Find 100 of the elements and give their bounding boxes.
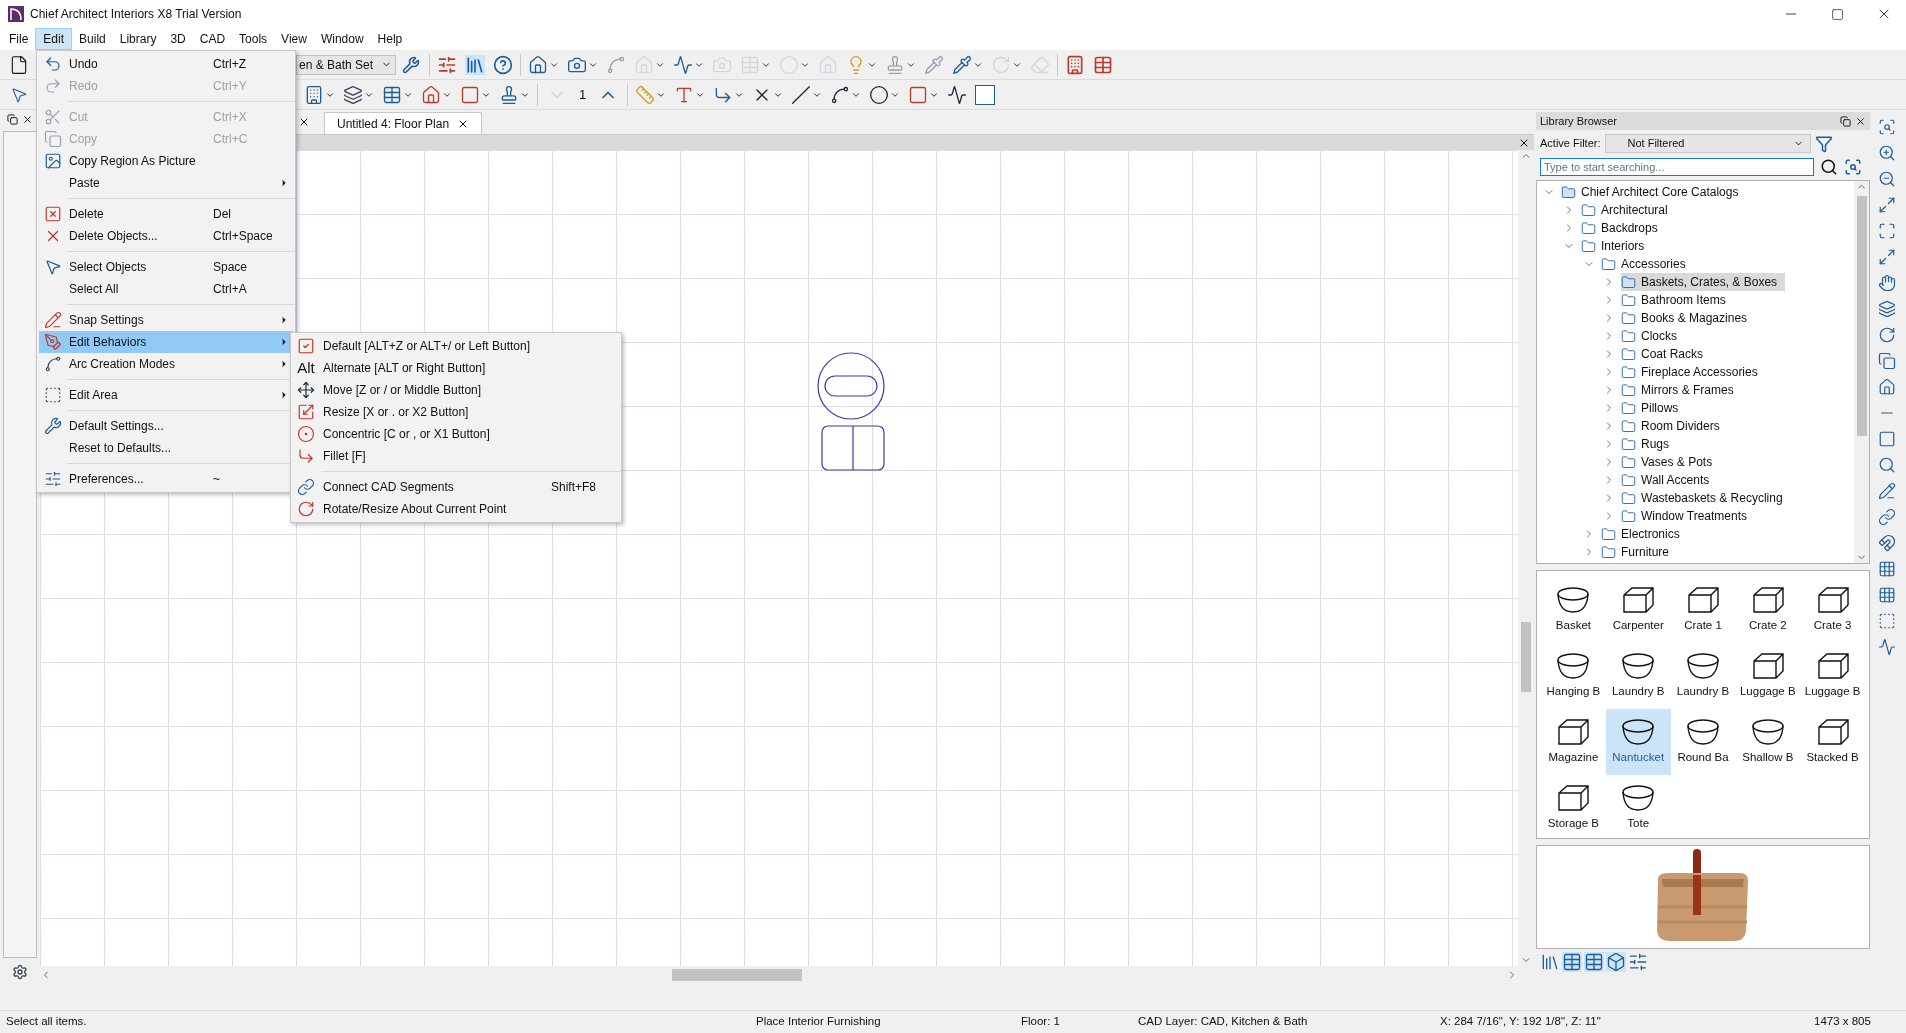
snap-icon[interactable]: [1878, 534, 1896, 552]
zoom-out-icon[interactable]: [1878, 170, 1896, 188]
maximize-icon[interactable]: [1831, 7, 1844, 21]
object-thumbnail[interactable]: Crate 1: [1670, 577, 1736, 643]
arc-icon[interactable]: [830, 84, 851, 105]
tree-item[interactable]: Mirrors & Frames: [1621, 381, 1742, 399]
tree-item[interactable]: Room Dividers: [1621, 417, 1728, 435]
fill-window-icon[interactable]: [1878, 222, 1896, 240]
expand-icon[interactable]: [1878, 248, 1896, 266]
filter-icon[interactable]: [1814, 134, 1833, 153]
close-icon[interactable]: [1855, 115, 1866, 127]
document-tab[interactable]: Untitled 4: Floor Plan: [324, 112, 483, 134]
tree-item[interactable]: Architectural: [1581, 201, 1676, 219]
menu-item[interactable]: Help: [370, 28, 410, 50]
menu-item[interactable]: Arc Creation Modes: [39, 353, 293, 375]
settings-icon[interactable]: [12, 964, 28, 980]
menu-item[interactable]: Select All Ctrl+A: [39, 278, 293, 300]
menu-item[interactable]: CAD: [192, 28, 233, 50]
menu-item[interactable]: Alt Alternate [ALT or Right Button]: [291, 357, 621, 379]
stairs-icon[interactable]: [343, 84, 363, 105]
new-file-icon[interactable]: [9, 54, 29, 75]
stamp-icon[interactable]: [499, 84, 519, 105]
tree-item[interactable]: Vases & Pots: [1621, 453, 1721, 471]
object-thumbnail[interactable]: Basket: [1541, 577, 1606, 643]
search-box-icon[interactable]: [1844, 158, 1862, 176]
zoom-in-icon[interactable]: [1878, 144, 1896, 162]
object-thumbnail[interactable]: Hanging B: [1541, 643, 1606, 709]
menu-item[interactable]: Window: [313, 28, 371, 50]
grid-icon[interactable]: [1878, 560, 1896, 578]
menu-item[interactable]: Move [Z or / or Middle Button]: [291, 379, 621, 401]
menu-item[interactable]: Copy Region As Picture: [39, 150, 293, 172]
box-icon[interactable]: [908, 84, 929, 105]
menu-item[interactable]: Select Objects Space: [39, 256, 293, 278]
tree-item[interactable]: Wastebaskets & Recycling: [1621, 489, 1791, 507]
wrench-icon[interactable]: [402, 55, 420, 74]
object-thumbnail[interactable]: Crate 3: [1800, 577, 1865, 643]
filter-dropdown[interactable]: Not Filtered: [1604, 134, 1811, 153]
tab-close-icon[interactable]: [298, 116, 310, 128]
search-field[interactable]: Type to start searching...: [1540, 158, 1814, 176]
menu-item[interactable]: Paste: [39, 172, 293, 194]
menu-item[interactable]: Delete Objects... Ctrl+Space: [39, 225, 293, 247]
menu-item[interactable]: Default Settings...: [39, 415, 293, 437]
menu-item[interactable]: 3D: [163, 28, 193, 50]
object-thumbnail[interactable]: Storage B: [1541, 775, 1606, 841]
hand-icon[interactable]: [1878, 274, 1896, 292]
pointer-icon[interactable]: [10, 85, 28, 104]
square-icon[interactable]: [1878, 430, 1896, 448]
help-icon[interactable]: [493, 54, 513, 75]
line-icon[interactable]: [791, 84, 812, 105]
menu-item[interactable]: Tools: [232, 28, 275, 50]
tree-item[interactable]: Wall Accents: [1621, 471, 1718, 489]
object-thumbnail[interactable]: Luggage B: [1735, 643, 1801, 709]
object-thumbnail[interactable]: Tote: [1605, 775, 1671, 841]
menu-item[interactable]: File: [2, 28, 36, 50]
menu-item[interactable]: View: [274, 28, 314, 50]
object-thumbnail[interactable]: Nantucket: [1605, 709, 1671, 775]
house-icon[interactable]: [421, 84, 441, 105]
pipette-icon[interactable]: [952, 54, 972, 75]
object-thumbnail[interactable]: Laundry B: [1670, 643, 1736, 709]
house-icon[interactable]: [1878, 378, 1896, 396]
search-icon[interactable]: [1820, 158, 1838, 176]
object-thumbnail[interactable]: Stacked B: [1800, 709, 1865, 775]
tree-item[interactable]: Window Treatments: [1621, 507, 1756, 525]
zoom-icon[interactable]: [1878, 118, 1896, 136]
tree-item[interactable]: Rugs: [1621, 435, 1677, 453]
circle-icon[interactable]: [869, 84, 890, 105]
object-thumbnail[interactable]: Laundry B: [1605, 643, 1671, 709]
building-icon[interactable]: [1065, 54, 1085, 75]
object-thumbnail[interactable]: Carpenter: [1605, 577, 1671, 643]
tree-item[interactable]: Accessories: [1601, 255, 1694, 273]
library-icon[interactable]: [1540, 952, 1560, 972]
menu-item[interactable]: Concentric [C or , or X1 Button]: [291, 423, 621, 445]
object-thumbnail[interactable]: Luggage B: [1800, 643, 1865, 709]
menu-item[interactable]: Snap Settings: [39, 309, 293, 331]
grid-snap-icon[interactable]: [1878, 586, 1896, 604]
menu-item[interactable]: Preferences... ~: [39, 468, 293, 490]
connect-icon[interactable]: [1878, 508, 1896, 526]
tree-item[interactable]: Electronics: [1601, 525, 1688, 543]
library-icon[interactable]: [465, 54, 485, 75]
menu-item[interactable]: Build: [72, 28, 113, 50]
layers-icon[interactable]: [1878, 300, 1896, 318]
set-dropdown[interactable]: en & Bath Set: [296, 54, 396, 75]
fit-icon[interactable]: [1878, 196, 1896, 214]
table-icon[interactable]: [1562, 952, 1582, 972]
tree-item[interactable]: Pillows: [1621, 399, 1687, 417]
preferences-icon[interactable]: [437, 54, 457, 75]
close-icon[interactable]: [22, 114, 33, 125]
restore-icon[interactable]: [7, 114, 18, 125]
menu-item[interactable]: Delete Del: [39, 203, 293, 225]
scrollbar-thumb[interactable]: [672, 969, 802, 981]
menu-item[interactable]: Reset to Defaults...: [39, 437, 293, 459]
table-icon[interactable]: [1584, 952, 1604, 972]
object-thumbnail[interactable]: Round Ba: [1670, 709, 1736, 775]
tree-item[interactable]: Clocks: [1621, 327, 1685, 345]
tree-item[interactable]: Fireplace Accessories: [1621, 363, 1766, 381]
object-thumbnail[interactable]: Crate 2: [1735, 577, 1801, 643]
scrollbar-thumb[interactable]: [1856, 196, 1867, 436]
menu-item[interactable]: Rotate/Resize About Current Point: [291, 498, 621, 520]
menu-item[interactable]: Connect CAD Segments Shift+F8: [291, 476, 621, 498]
tree-item[interactable]: Bathroom Items: [1621, 291, 1734, 309]
